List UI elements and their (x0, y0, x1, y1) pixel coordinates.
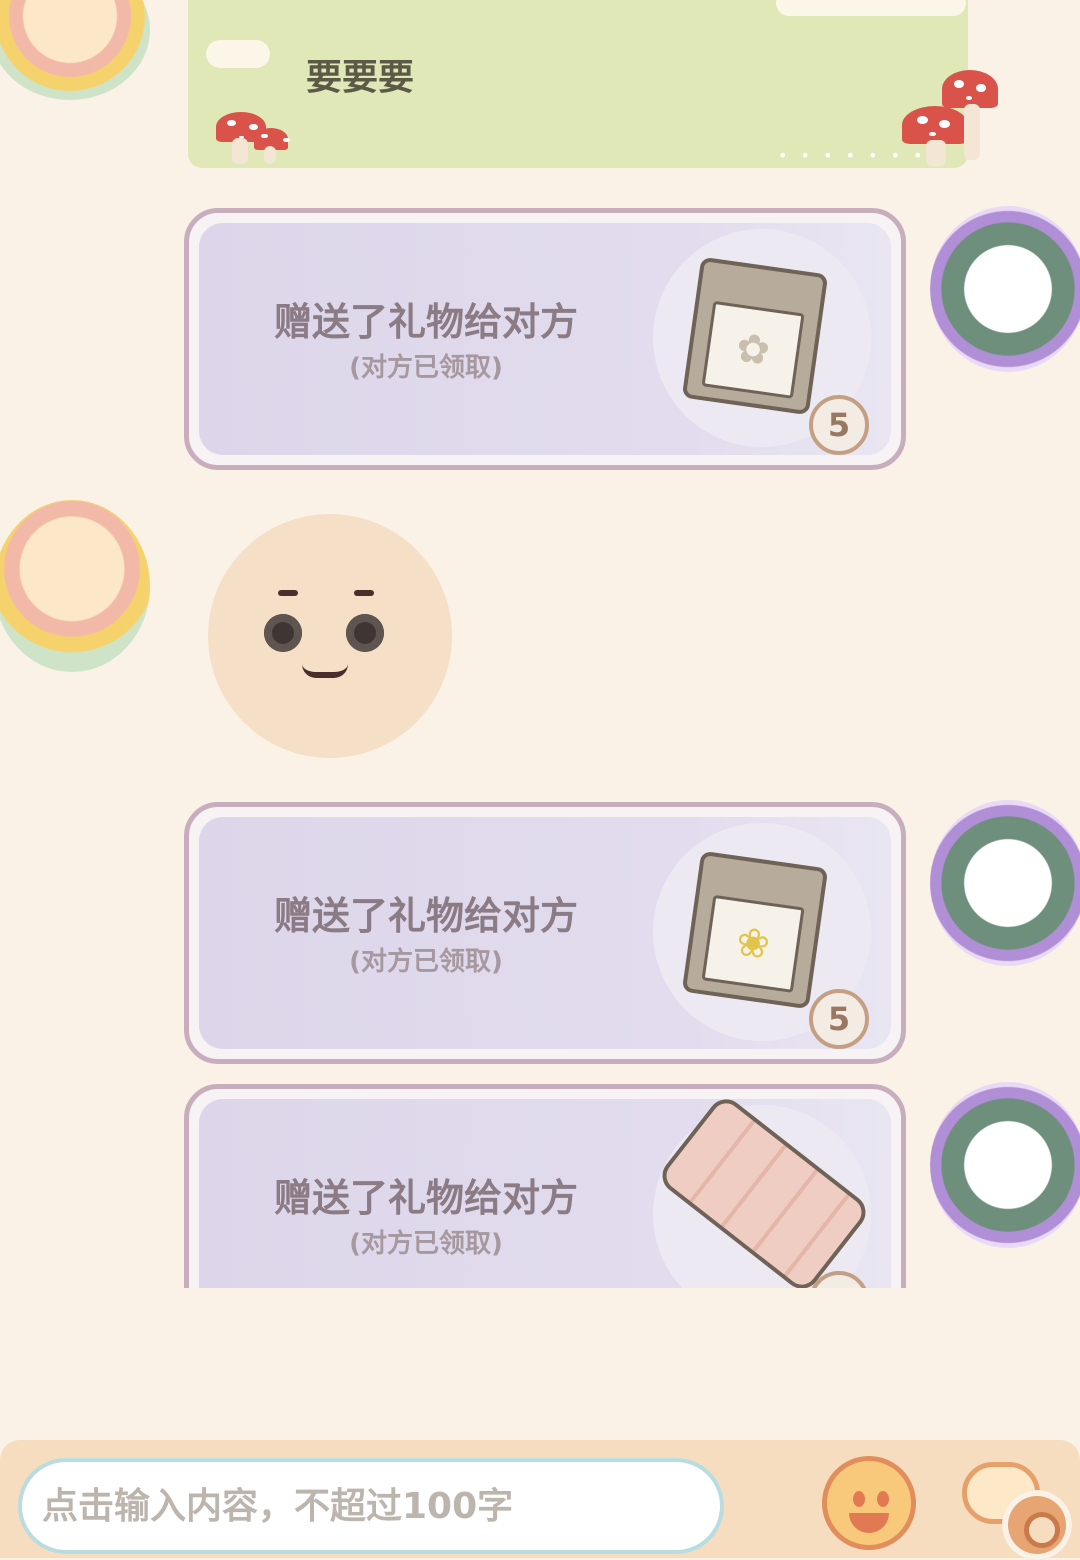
other-user-avatar[interactable] (0, 0, 150, 100)
gift-title: 赠送了礼物给对方 (273, 1176, 578, 1220)
eye (264, 614, 302, 652)
gift-title: 赠送了礼物给对方 (273, 894, 578, 938)
mushroom-decoration (210, 112, 300, 168)
gear-icon (1002, 1490, 1072, 1560)
gift-status: (对方已领取) (349, 1229, 503, 1259)
self-avatar[interactable] (930, 800, 1080, 966)
gift-message-card[interactable]: 赠送了礼物给对方 (对方已领取) 5 (184, 1084, 906, 1288)
self-avatar[interactable] (930, 206, 1080, 372)
message-input-bar (0, 1440, 1080, 1560)
emoji-button[interactable] (822, 1456, 916, 1550)
gift-card-inner: 赠送了礼物给对方 (对方已领取) ✿ 5 (199, 223, 891, 455)
eye (346, 614, 384, 652)
smiley-face-icon (877, 1491, 889, 1507)
gift-title: 赠送了礼物给对方 (273, 300, 578, 344)
gift-count-badge: 5 (809, 395, 869, 455)
gift-count-badge: 5 (809, 989, 869, 1049)
smiley-face-icon (853, 1491, 865, 1507)
smiley-face-icon (849, 1513, 889, 1533)
gift-status: (对方已领取) (349, 353, 503, 383)
eyebrow (278, 590, 298, 596)
mushroom-decoration (902, 70, 1012, 166)
gift-message-card[interactable]: 赠送了礼物给对方 (对方已领取) ❀ 5 (184, 802, 906, 1064)
chat-settings-button[interactable] (962, 1462, 1072, 1560)
gift-message-card[interactable]: 赠送了礼物给对方 (对方已领取) ✿ 5 (184, 208, 906, 470)
smiling-face-sticker (208, 514, 452, 758)
message-input[interactable] (18, 1458, 724, 1554)
text-message-bubble: 要要要 • • • • • • • • (188, 0, 998, 168)
cloud-decoration (206, 40, 270, 68)
seed-bag-icon: ✿ (681, 256, 829, 416)
chat-area: 要要要 • • • • • • • • 赠送了礼物给对方 (对方已领取) ✿ 5 (0, 0, 1080, 1288)
eyebrow (354, 590, 374, 596)
gift-card-inner: 赠送了礼物给对方 (对方已领取) 5 (199, 1099, 891, 1288)
seed-bag-icon: ❀ (681, 850, 829, 1010)
cloud-decoration (776, 0, 966, 16)
white-flower-icon: ✿ (701, 300, 805, 399)
yellow-flower-icon: ❀ (701, 894, 805, 993)
other-user-avatar[interactable] (0, 500, 150, 672)
self-avatar[interactable] (930, 1082, 1080, 1248)
gift-card-inner: 赠送了礼物给对方 (对方已领取) ❀ 5 (199, 817, 891, 1049)
gift-status: (对方已领取) (349, 947, 503, 977)
mouth (302, 664, 348, 678)
text-message-content: 要要要 (306, 57, 415, 98)
